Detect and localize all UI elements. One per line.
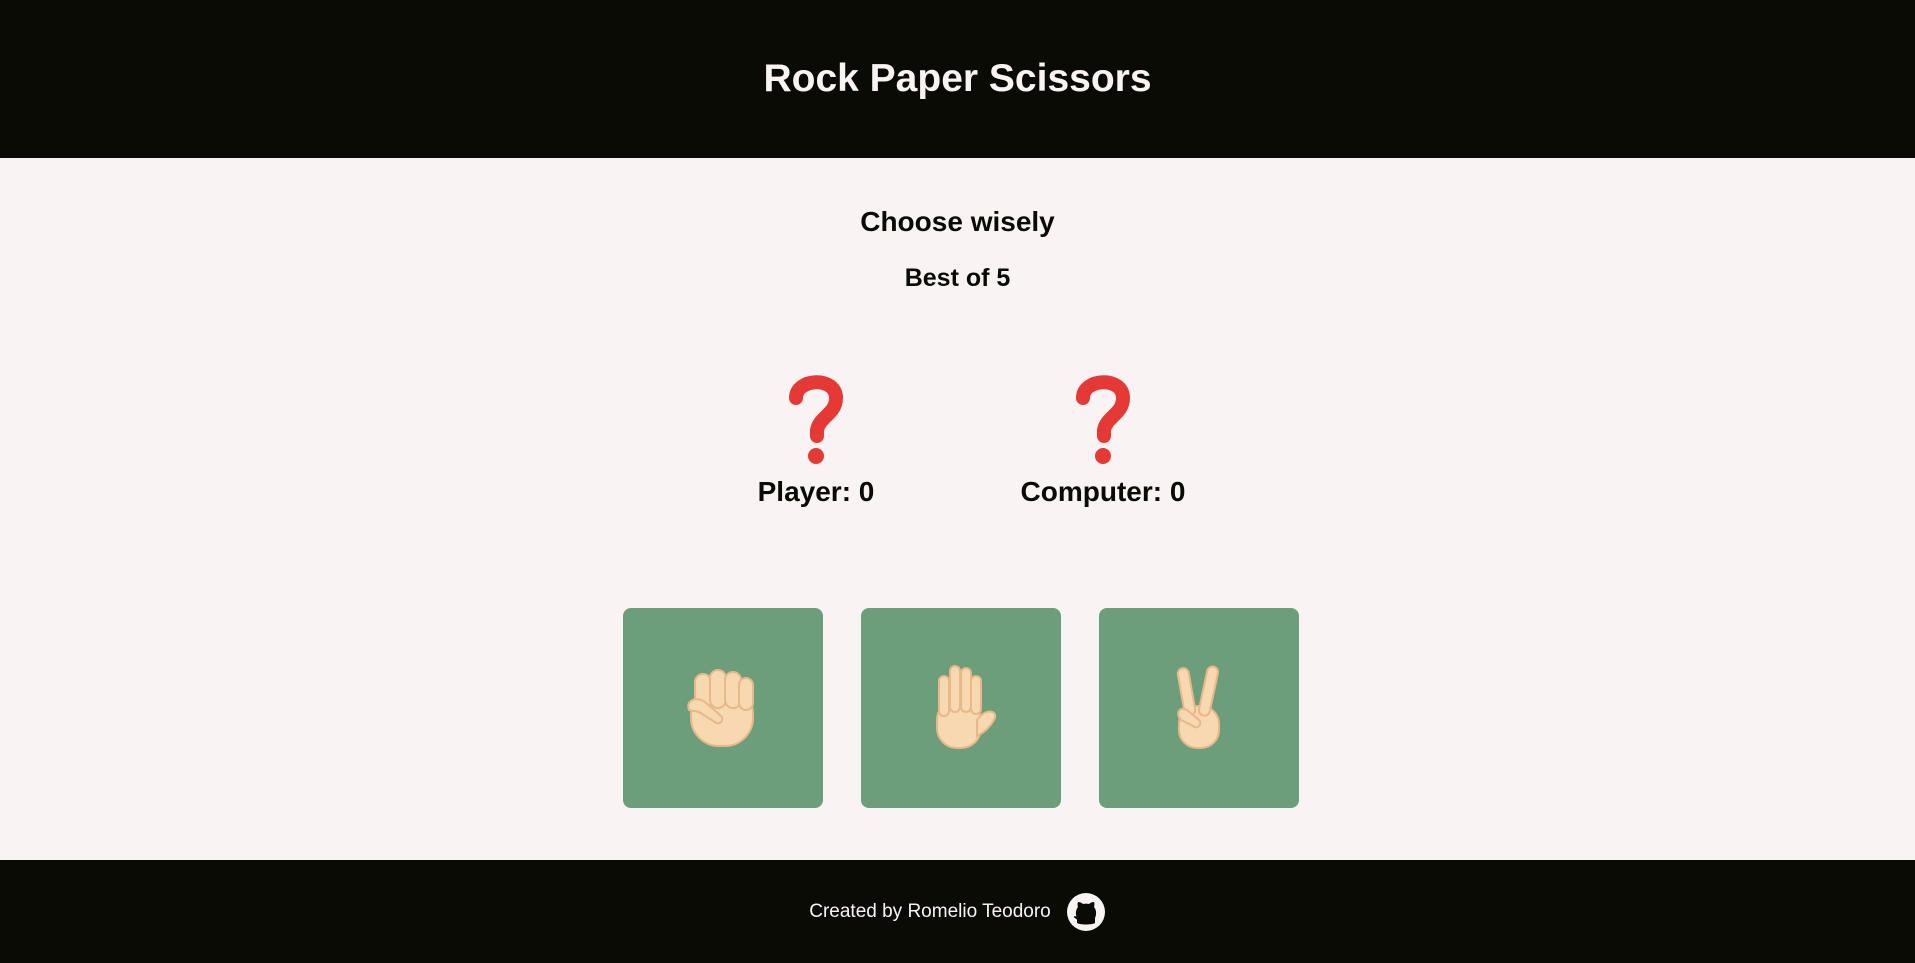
player-sign bbox=[696, 368, 936, 468]
computer-panel: Computer: 0 bbox=[983, 368, 1223, 508]
rock-button[interactable] bbox=[623, 608, 823, 808]
raised-fist-icon bbox=[687, 669, 754, 747]
footer-credit: Created by Romelio Teodoro bbox=[809, 900, 1051, 922]
page: Rock Paper Scissors Choose wisely Best o… bbox=[0, 0, 1915, 963]
scissors-button[interactable] bbox=[1099, 608, 1299, 808]
game-area: Choose wisely Best of 5 Player: 0 Comput… bbox=[0, 158, 1915, 860]
site-footer: Created by Romelio Teodoro bbox=[0, 860, 1915, 963]
victory-hand-icon bbox=[1176, 665, 1220, 749]
choose-prompt: Choose wisely bbox=[860, 206, 1055, 237]
question-mark-icon bbox=[1076, 375, 1131, 464]
github-link[interactable] bbox=[1066, 892, 1106, 932]
computer-score: Computer: 0 bbox=[1020, 476, 1186, 507]
round-info: Best of 5 bbox=[904, 264, 1011, 292]
player-score: Player: 0 bbox=[757, 476, 875, 507]
site-header: Rock Paper Scissors bbox=[0, 0, 1915, 158]
choice-buttons bbox=[623, 608, 1299, 808]
computer-sign bbox=[983, 368, 1223, 468]
github-icon bbox=[1066, 892, 1105, 931]
question-mark-icon bbox=[789, 375, 844, 464]
raised-hand-icon bbox=[936, 665, 997, 749]
player-panel: Player: 0 bbox=[696, 368, 936, 508]
paper-button[interactable] bbox=[861, 608, 1061, 808]
page-title: Rock Paper Scissors bbox=[763, 56, 1152, 100]
